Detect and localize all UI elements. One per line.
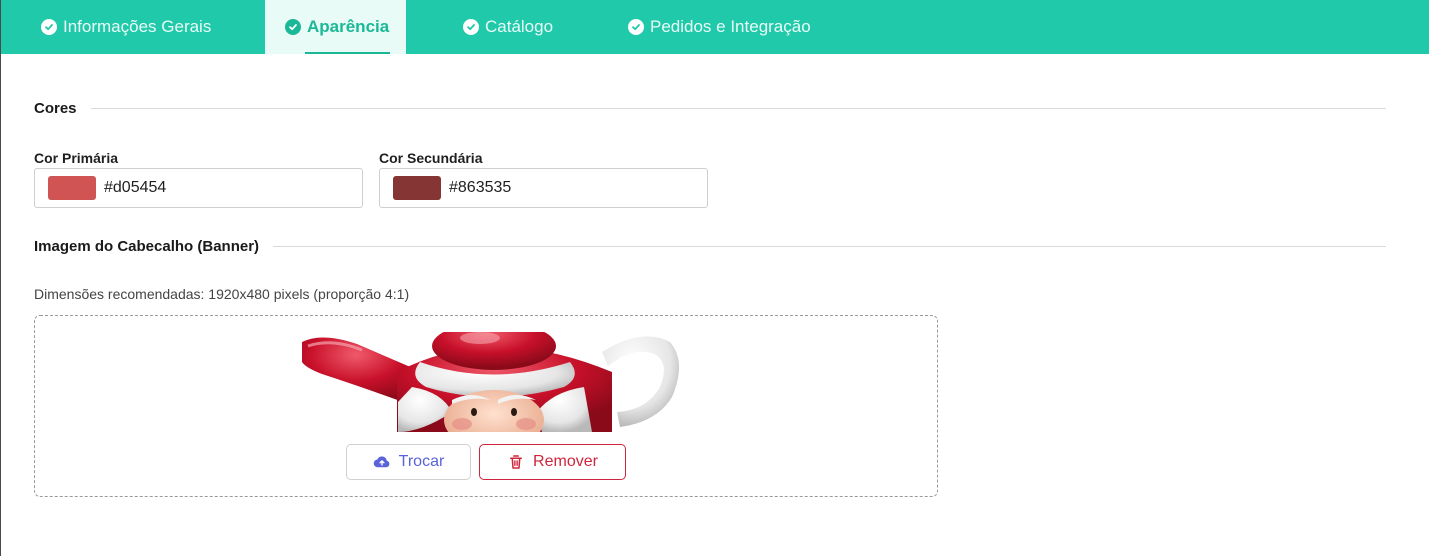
banner-dimensions-hint: Dimensões recomendadas: 1920x480 pixels … xyxy=(34,286,410,302)
trash-icon xyxy=(510,455,523,469)
tab-label: Catálogo xyxy=(485,17,554,36)
check-circle-icon xyxy=(628,19,644,35)
secondary-color-label: Cor Secundária xyxy=(379,150,483,166)
secondary-color-field[interactable]: #863535 xyxy=(379,168,708,208)
check-circle-icon xyxy=(463,19,479,35)
cloud-upload-icon xyxy=(373,456,390,468)
secondary-color-value: #863535 xyxy=(449,179,512,196)
primary-color-value: #d05454 xyxy=(104,179,167,196)
remove-image-label: Remover xyxy=(533,453,598,470)
tab-pedidos-integracao[interactable]: Pedidos e Integração xyxy=(608,0,827,54)
tab-label: Pedidos e Integração xyxy=(650,17,811,36)
replace-image-label: Trocar xyxy=(398,453,445,470)
tab-label: Informações Gerais xyxy=(63,17,212,36)
primary-color-field[interactable]: #d05454 xyxy=(34,168,363,208)
active-tab-indicator xyxy=(305,52,390,54)
check-circle-icon xyxy=(41,19,57,35)
tab-aparencia[interactable]: Aparência xyxy=(265,0,406,54)
banner-dropzone[interactable]: Trocar Remover xyxy=(34,315,938,497)
secondary-color-swatch[interactable] xyxy=(393,176,441,200)
tab-catalogo[interactable]: Catálogo xyxy=(443,0,569,54)
tab-informacoes-gerais[interactable]: Informações Gerais xyxy=(21,0,227,54)
section-divider xyxy=(90,107,1386,109)
replace-image-button[interactable]: Trocar xyxy=(346,444,471,480)
tabs-bar: Informações Gerais Aparência Catálogo Pe… xyxy=(1,0,1429,54)
remove-image-button[interactable]: Remover xyxy=(479,444,626,480)
banner-section-header: Imagem do Cabecalho (Banner) xyxy=(34,236,1386,256)
section-divider xyxy=(273,245,1386,247)
primary-color-swatch[interactable] xyxy=(48,176,96,200)
app-frame: Informações Gerais Aparência Catálogo Pe… xyxy=(0,0,1429,556)
banner-preview-image xyxy=(302,332,682,432)
tab-label: Aparência xyxy=(307,17,390,36)
colors-section-header: Cores xyxy=(34,98,1386,118)
check-circle-icon xyxy=(285,19,301,35)
section-title: Imagem do Cabecalho (Banner) xyxy=(34,237,260,255)
primary-color-label: Cor Primária xyxy=(34,150,119,166)
section-title: Cores xyxy=(34,99,77,117)
